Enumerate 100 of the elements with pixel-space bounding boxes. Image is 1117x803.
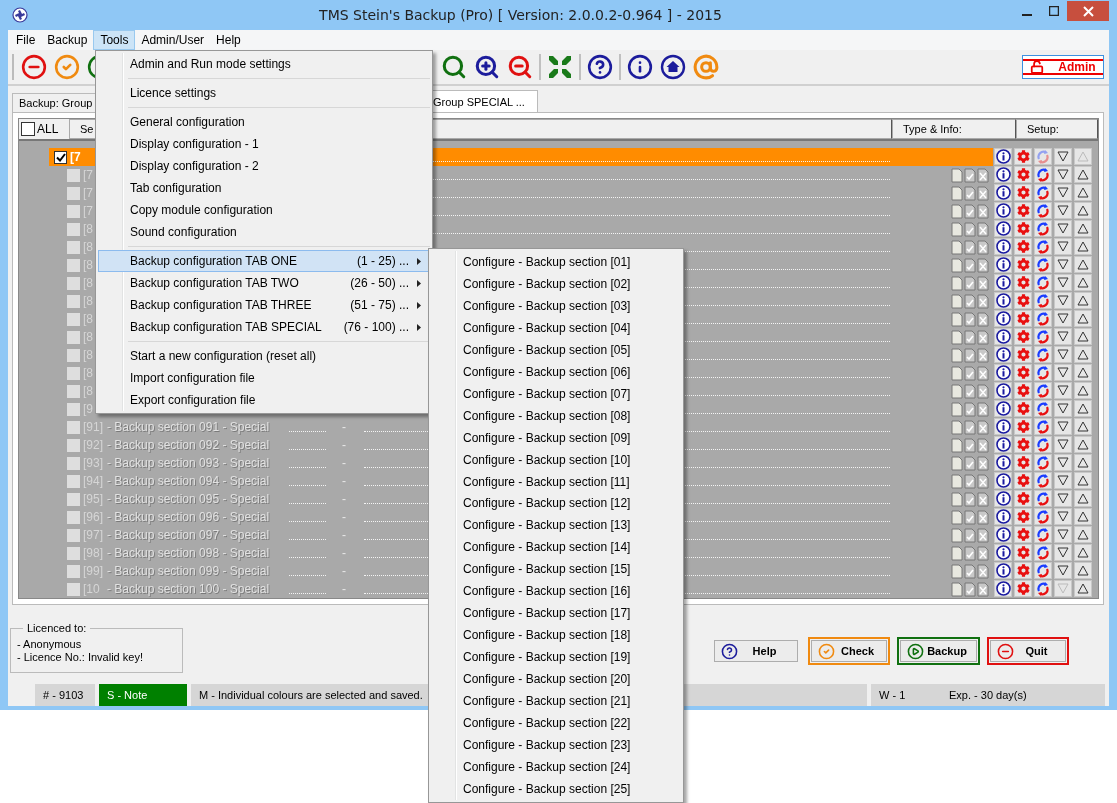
close-button[interactable] (1067, 1, 1109, 21)
move-down-button[interactable] (1054, 166, 1072, 183)
move-down-button[interactable] (1054, 364, 1072, 381)
info-button[interactable] (994, 472, 1012, 489)
move-down-button[interactable] (1054, 562, 1072, 579)
menu-item[interactable]: Configure - Backup section [01] (431, 251, 681, 273)
sync-button[interactable] (1034, 400, 1052, 417)
move-up-button[interactable] (1074, 238, 1092, 255)
sync-button[interactable] (1034, 382, 1052, 399)
menu-item[interactable]: Configure - Backup section [15] (431, 558, 681, 581)
checkbox[interactable] (67, 348, 80, 362)
checkbox[interactable] (67, 402, 80, 416)
menu-item[interactable]: Configure - Backup section [19] (431, 646, 681, 669)
move-down-button[interactable] (1054, 202, 1072, 219)
menu-item[interactable]: Configure - Backup section [10] (431, 448, 681, 471)
info-button[interactable] (994, 508, 1012, 525)
move-up-button[interactable] (1074, 490, 1092, 507)
settings-button[interactable] (1014, 148, 1032, 165)
settings-button[interactable] (1014, 310, 1032, 327)
settings-button[interactable] (1014, 382, 1032, 399)
info-button[interactable] (994, 544, 1012, 561)
move-down-button[interactable] (1054, 526, 1072, 543)
checkbox[interactable] (67, 168, 80, 182)
menu-item[interactable]: Configure - Backup section [21] (431, 690, 681, 712)
menu-item[interactable]: Configure - Backup section [07] (431, 382, 681, 405)
move-up-button[interactable] (1074, 292, 1092, 309)
info-button[interactable] (994, 166, 1012, 183)
menu-item[interactable]: Admin and Run mode settings (98, 53, 430, 75)
info-button[interactable] (994, 364, 1012, 381)
sync-button[interactable] (1034, 454, 1052, 471)
info-button[interactable] (994, 382, 1012, 399)
move-down-button[interactable] (1054, 544, 1072, 561)
menu-item[interactable]: Configure - Backup section [18] (431, 624, 681, 647)
sync-button[interactable] (1034, 310, 1052, 327)
sync-button[interactable] (1034, 256, 1052, 273)
move-up-button[interactable] (1074, 166, 1092, 183)
checkbox[interactable] (67, 276, 80, 290)
move-up-button[interactable] (1074, 580, 1092, 597)
settings-button[interactable] (1014, 490, 1032, 507)
info-button[interactable] (994, 310, 1012, 327)
checkbox[interactable] (67, 582, 80, 596)
sync-button[interactable] (1034, 166, 1052, 183)
menu-item[interactable]: Copy module configuration (98, 199, 430, 221)
menu-item[interactable]: Backup (41, 30, 94, 50)
info-button[interactable] (994, 490, 1012, 507)
settings-button[interactable] (1014, 256, 1032, 273)
menu-item[interactable]: Backup configuration TAB SPECIAL (76 - 100) ... (98, 316, 430, 338)
menu-item[interactable]: Configure - Backup section [11] (431, 470, 681, 493)
move-up-button[interactable] (1074, 310, 1092, 327)
checkbox[interactable] (67, 294, 80, 308)
move-down-button[interactable] (1054, 148, 1072, 165)
move-up-button[interactable] (1074, 436, 1092, 453)
menu-item[interactable]: Configure - Backup section [24] (431, 755, 681, 778)
sync-button[interactable] (1034, 328, 1052, 345)
sync-button[interactable] (1034, 436, 1052, 453)
menu-item[interactable]: Configure - Backup section [17] (431, 602, 681, 625)
settings-button[interactable] (1014, 364, 1032, 381)
home-icon[interactable] (660, 54, 686, 80)
move-up-button[interactable] (1074, 256, 1092, 273)
backup-button[interactable]: Backup (900, 640, 977, 662)
checkbox[interactable] (67, 384, 80, 398)
menu-item[interactable]: Configure - Backup section [03] (431, 294, 681, 317)
info-icon[interactable] (626, 53, 654, 81)
info-button[interactable] (994, 436, 1012, 453)
menu-item[interactable]: Export configuration file (98, 389, 430, 411)
sync-button[interactable] (1034, 508, 1052, 525)
settings-button[interactable] (1014, 544, 1032, 561)
settings-button[interactable] (1014, 562, 1032, 579)
check-icon[interactable] (53, 53, 81, 81)
move-up-button[interactable] (1074, 508, 1092, 525)
move-up-button[interactable] (1074, 472, 1092, 489)
settings-button[interactable] (1014, 472, 1032, 489)
settings-button[interactable] (1014, 274, 1032, 291)
settings-button[interactable] (1014, 400, 1032, 417)
quit-button[interactable]: Quit (990, 640, 1066, 662)
settings-button[interactable] (1014, 454, 1032, 471)
move-down-button[interactable] (1054, 400, 1072, 417)
zoom-in-icon[interactable] (473, 53, 501, 81)
move-down-button[interactable] (1054, 220, 1072, 237)
move-down-button[interactable] (1054, 310, 1072, 327)
info-button[interactable] (994, 238, 1012, 255)
sync-button[interactable] (1034, 526, 1052, 543)
sync-button[interactable] (1034, 562, 1052, 579)
move-down-button[interactable] (1054, 490, 1072, 507)
zoom-out-icon[interactable] (506, 53, 534, 81)
info-button[interactable] (994, 400, 1012, 417)
menu-item[interactable]: Configure - Backup section [08] (431, 404, 681, 427)
checkbox[interactable] (67, 258, 80, 272)
move-down-button[interactable] (1054, 238, 1072, 255)
menu-item[interactable]: File (10, 30, 42, 50)
menu-item[interactable]: Start a new configuration (reset all) (98, 345, 430, 367)
menu-item[interactable]: Configure - Backup section [25] (431, 777, 681, 800)
checkbox[interactable] (67, 204, 80, 218)
move-up-button[interactable] (1074, 346, 1092, 363)
help-icon[interactable] (586, 53, 614, 81)
menu-item[interactable]: Configure - Backup section [06] (431, 360, 681, 383)
settings-button[interactable] (1014, 526, 1032, 543)
menu-item[interactable]: Configure - Backup section [02] (431, 272, 681, 295)
menu-item[interactable]: Backup configuration TAB THREE (51 - 75) ... (98, 294, 430, 316)
info-button[interactable] (994, 526, 1012, 543)
